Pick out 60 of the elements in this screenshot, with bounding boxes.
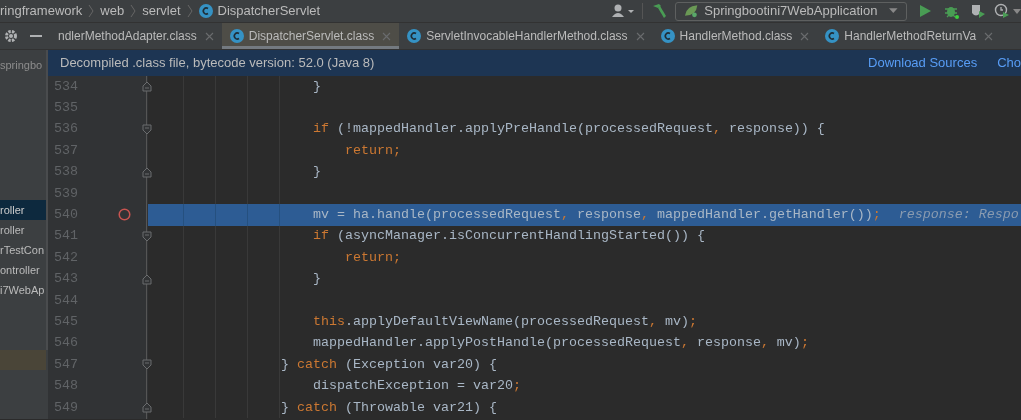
close-icon[interactable] xyxy=(382,31,392,41)
hammer-icon[interactable] xyxy=(651,3,667,19)
project-tree-item[interactable]: roller xyxy=(0,220,46,240)
link[interactable]: Cho xyxy=(997,53,1021,73)
chevron-icon xyxy=(130,4,137,18)
breadcrumb-item[interactable]: ringframework xyxy=(0,1,83,21)
run-configuration-dropdown[interactable]: Springbootini7WebApplication xyxy=(675,1,907,21)
editor-tab[interactable]: HandlerMethodReturnVa xyxy=(817,23,1002,49)
editor-tab[interactable]: DispatcherServlet.class xyxy=(221,23,400,49)
editor-tab[interactable]: HandlerMethod.class xyxy=(652,23,818,49)
inline-value-hint: response: Respo xyxy=(898,206,1019,225)
close-icon[interactable] xyxy=(800,31,810,41)
fold-marker-icon[interactable] xyxy=(142,230,152,242)
project-tree-item[interactable]: roller xyxy=(0,200,46,220)
code-line: mappedHandler.applyPostHandle(processedRequest, response, mv); xyxy=(311,334,809,353)
code-line: } catch (Exception var20) { xyxy=(279,355,497,374)
fold-marker-icon[interactable] xyxy=(142,81,152,92)
project-tree-item[interactable]: i7WebAp xyxy=(0,280,46,300)
fold-marker-icon[interactable] xyxy=(142,359,152,371)
close-icon[interactable] xyxy=(204,31,214,41)
code-line: } xyxy=(311,163,321,182)
settings-icon[interactable] xyxy=(4,29,18,43)
leaf-icon xyxy=(684,4,699,18)
code-line: mv = ha.handle(processedRequest, response, mappedHandler.getHandler()); xyxy=(311,206,881,225)
fold-marker-icon[interactable] xyxy=(142,273,152,285)
code-line: } xyxy=(311,77,321,96)
breadcrumb-item[interactable]: DispatcherServlet xyxy=(217,1,321,21)
caret-icon xyxy=(889,8,898,14)
caret-icon[interactable] xyxy=(1013,8,1021,14)
fold-marker-icon[interactable] xyxy=(142,123,152,135)
chevron-icon xyxy=(88,4,95,18)
breadcrumb-item[interactable]: servlet xyxy=(142,1,181,21)
editor-tab[interactable]: ndlerMethodAdapter.class xyxy=(50,23,222,49)
code-line: dispatchException = var20; xyxy=(311,377,521,396)
fold-marker-icon[interactable] xyxy=(142,401,152,413)
code-line: if (!mappedHandler.applyPreHandle(processedRequest, response)) { xyxy=(311,120,825,139)
project-tree-item[interactable]: rTestCon xyxy=(0,240,46,260)
editor-tab[interactable]: ServletInvocableHandlerMethod.class xyxy=(399,23,653,49)
close-icon[interactable] xyxy=(984,31,994,41)
code-line: if (asyncManager.isConcurrentHandlingStarted()) { xyxy=(311,227,705,246)
run-configuration-label: Springbootini7WebApplication xyxy=(704,2,878,21)
clock-icon[interactable] xyxy=(994,3,1010,19)
chevron-icon xyxy=(186,4,193,18)
breadcrumb-item[interactable]: web xyxy=(100,1,125,21)
close-icon[interactable] xyxy=(635,31,645,41)
breakpoint-icon[interactable] xyxy=(118,208,131,222)
project-tree-item[interactable]: ontroller xyxy=(0,260,46,280)
code-line: return; xyxy=(343,141,401,160)
fold-marker-icon[interactable] xyxy=(142,166,152,178)
code-line: } catch (Throwable var21) { xyxy=(279,398,497,417)
project-tree-item[interactable]: springbo xyxy=(0,56,43,74)
user-icon[interactable] xyxy=(612,4,634,18)
code-line: this.applyDefaultViewName(processedRequest, mv); xyxy=(311,313,697,331)
shield-icon[interactable] xyxy=(970,3,986,19)
code-line: } xyxy=(311,270,321,289)
link[interactable]: Download Sources xyxy=(868,53,978,73)
class-icon xyxy=(198,4,213,18)
run-icon[interactable] xyxy=(919,4,932,18)
notice-text: Decompiled .class file, bytecode version: 52.0 (Java 8) xyxy=(59,54,375,73)
code-line: return; xyxy=(343,248,401,267)
